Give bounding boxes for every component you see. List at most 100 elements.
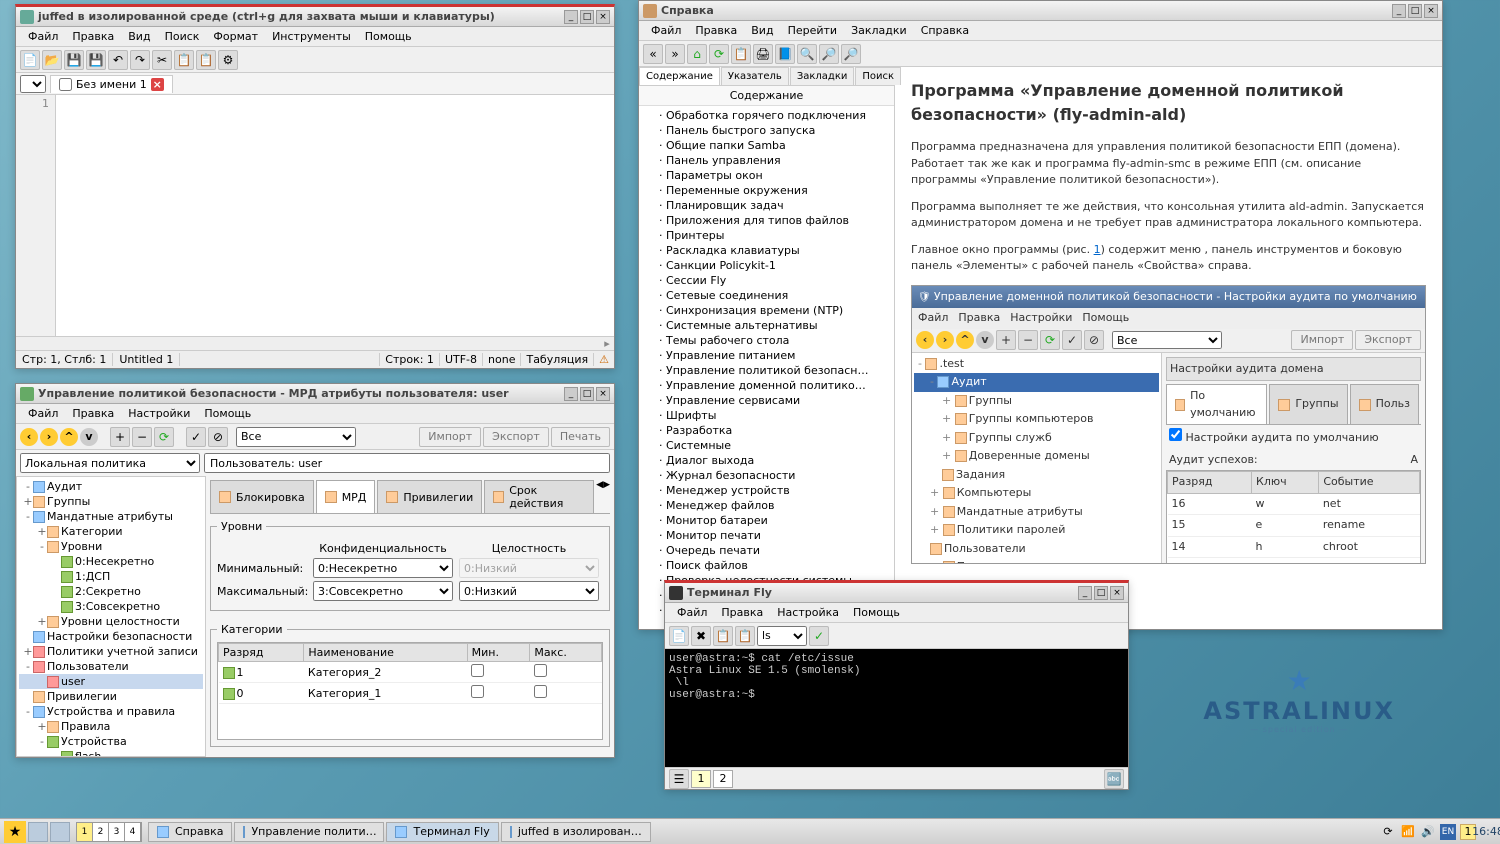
tree-node[interactable]: -Аудит bbox=[19, 479, 203, 494]
menu-item[interactable]: Справка bbox=[915, 22, 975, 39]
nav-fwd-icon[interactable]: › bbox=[40, 428, 58, 446]
toc-item[interactable]: · Параметры окон bbox=[641, 168, 892, 183]
toc-item[interactable]: · Раскладка клавиатуры bbox=[641, 243, 892, 258]
tree-node[interactable]: user bbox=[19, 674, 203, 689]
run-icon[interactable]: ✓ bbox=[809, 626, 829, 646]
redo-icon[interactable]: ↷ bbox=[130, 50, 150, 70]
warning-icon[interactable]: ⚠ bbox=[593, 353, 614, 366]
maximize-button[interactable]: □ bbox=[1408, 4, 1422, 18]
tree-node[interactable]: +Правила bbox=[19, 719, 203, 734]
tree-node[interactable]: -Устройства и правила bbox=[19, 704, 203, 719]
tab-close-icon[interactable]: × bbox=[151, 78, 164, 91]
menu-item[interactable]: Помощь bbox=[359, 28, 418, 45]
max-checkbox[interactable] bbox=[534, 685, 547, 698]
undo-icon[interactable]: ↶ bbox=[108, 50, 128, 70]
max-conf-select[interactable]: 3:Совсекретно bbox=[313, 581, 453, 601]
terminal-tab-1[interactable]: 1 bbox=[691, 770, 711, 788]
terminal-output[interactable]: user@astra:~$ cat /etc/issue Astra Linux… bbox=[665, 649, 1128, 767]
tree-node[interactable]: 3:Совсекретно bbox=[19, 599, 203, 614]
col-header[interactable]: Мин. bbox=[467, 644, 530, 662]
tab-scroll-icon[interactable]: ◀▶ bbox=[596, 480, 610, 513]
cut-icon[interactable]: ✂ bbox=[152, 50, 172, 70]
print-icon[interactable]: 🖨 bbox=[753, 44, 773, 64]
tree-node[interactable]: +Политики учетной записи bbox=[19, 644, 203, 659]
remove-icon[interactable]: − bbox=[132, 427, 152, 447]
secpol-titlebar[interactable]: Управление политикой безопасности - МРД … bbox=[16, 384, 614, 404]
minimize-button[interactable]: _ bbox=[564, 387, 578, 401]
save-icon[interactable]: 💾 bbox=[64, 50, 84, 70]
text-area[interactable] bbox=[56, 95, 614, 336]
tree-node[interactable]: -Пользователи bbox=[19, 659, 203, 674]
menu-item[interactable]: Инструменты bbox=[266, 28, 357, 45]
close-tab-icon[interactable]: ✖ bbox=[691, 626, 711, 646]
editor-area[interactable]: 1 bbox=[16, 95, 614, 336]
figure-link[interactable]: 1 bbox=[1094, 243, 1101, 256]
tree-node[interactable]: 2:Секретно bbox=[19, 584, 203, 599]
toc-item[interactable]: · Управление питанием bbox=[641, 348, 892, 363]
tree-node[interactable]: Привилегии bbox=[19, 689, 203, 704]
reload-icon[interactable]: ⟳ bbox=[709, 44, 729, 64]
toc-item[interactable]: · Разработка bbox=[641, 423, 892, 438]
tree-node[interactable]: flash bbox=[19, 749, 203, 757]
secpol-tree[interactable]: -Аудит+Группы-Мандатные атрибуты+Категор… bbox=[16, 476, 206, 757]
col-header[interactable]: Макс. bbox=[530, 644, 602, 662]
tab-checkbox[interactable] bbox=[59, 78, 72, 91]
menu-item[interactable]: Правка bbox=[958, 310, 1000, 327]
menu-item[interactable]: Поиск bbox=[159, 28, 206, 45]
help-content[interactable]: Программа «Управление доменной политикой… bbox=[895, 67, 1442, 629]
panel-tab[interactable]: МРД bbox=[316, 480, 376, 513]
toc-item[interactable]: · Журнал безопасности bbox=[641, 468, 892, 483]
home-icon[interactable]: ⌂ bbox=[687, 44, 707, 64]
minimize-button[interactable]: _ bbox=[1078, 586, 1092, 600]
copy-icon[interactable]: 📋 bbox=[174, 50, 194, 70]
tree-node[interactable]: Настройки безопасности bbox=[19, 629, 203, 644]
toc-item[interactable]: · Синхронизация времени (NTP) bbox=[641, 303, 892, 318]
toc-item[interactable]: · Сетевые соединения bbox=[641, 288, 892, 303]
toc-item[interactable]: · Обработка горячего подключения bbox=[641, 108, 892, 123]
doctype-select[interactable] bbox=[20, 75, 46, 93]
panel-tab[interactable]: Срок действия bbox=[484, 480, 594, 513]
menu-item[interactable]: Закладки bbox=[845, 22, 913, 39]
toc-item[interactable]: · Санкции Policykit-1 bbox=[641, 258, 892, 273]
pager-cell[interactable]: 1 bbox=[77, 823, 93, 841]
toc-item[interactable]: · Управление доменной политико… bbox=[641, 378, 892, 393]
panel-tab[interactable]: Блокировка bbox=[210, 480, 314, 513]
saveall-icon[interactable]: 💾 bbox=[86, 50, 106, 70]
apply-icon[interactable]: ✓ bbox=[186, 427, 206, 447]
copy-icon[interactable]: 📋 bbox=[731, 44, 751, 64]
menu-item[interactable]: Правка bbox=[689, 22, 743, 39]
table-row[interactable]: 0Категория_1 bbox=[219, 683, 602, 704]
encoding-icon[interactable]: 🔤 bbox=[1104, 769, 1124, 789]
col-header[interactable]: Разряд bbox=[219, 644, 304, 662]
toc-item[interactable]: · Планировщик задач bbox=[641, 198, 892, 213]
updates-icon[interactable]: ⟳ bbox=[1380, 824, 1396, 840]
toc-item[interactable]: · Монитор печати bbox=[641, 528, 892, 543]
settings-icon[interactable]: ⚙ bbox=[218, 50, 238, 70]
sidebar-tab[interactable]: Указатель bbox=[721, 67, 789, 85]
syntax[interactable]: none bbox=[482, 353, 520, 366]
scroll-right-icon[interactable]: ▸ bbox=[600, 337, 614, 350]
tree-node[interactable]: 0:Несекретно bbox=[19, 554, 203, 569]
start-button[interactable]: ★ bbox=[4, 821, 26, 843]
pager-cell[interactable]: 2 bbox=[93, 823, 109, 841]
clock[interactable]: 16:48 bbox=[1480, 824, 1496, 840]
policy-scope-select[interactable]: Локальная политика bbox=[20, 453, 200, 473]
sidebar-tab[interactable]: Закладки bbox=[790, 67, 855, 85]
menu-item[interactable]: Вид bbox=[122, 28, 156, 45]
keyboard-layout[interactable]: EN bbox=[1440, 824, 1456, 840]
contents-tree[interactable]: · Обработка горячего подключения· Панель… bbox=[639, 106, 894, 629]
max-int-select[interactable]: 0:Низкий bbox=[459, 581, 599, 601]
menu-item[interactable]: Помощь bbox=[1082, 310, 1129, 327]
copy-icon[interactable]: 📋 bbox=[713, 626, 733, 646]
maximize-button[interactable]: □ bbox=[580, 10, 594, 24]
taskbar-task[interactable]: Справка bbox=[148, 822, 232, 842]
indent[interactable]: Табуляция bbox=[520, 353, 593, 366]
toc-item[interactable]: · Темы рабочего стола bbox=[641, 333, 892, 348]
add-icon[interactable]: + bbox=[110, 427, 130, 447]
document-tab[interactable]: Без имени 1 × bbox=[50, 75, 173, 93]
cancel-icon[interactable]: ⊘ bbox=[208, 427, 228, 447]
menu-item[interactable]: Файл bbox=[22, 28, 64, 45]
tree-node[interactable]: -Мандатные атрибуты bbox=[19, 509, 203, 524]
toc-item[interactable]: · Менеджер файлов bbox=[641, 498, 892, 513]
tree-node[interactable]: -Устройства bbox=[19, 734, 203, 749]
